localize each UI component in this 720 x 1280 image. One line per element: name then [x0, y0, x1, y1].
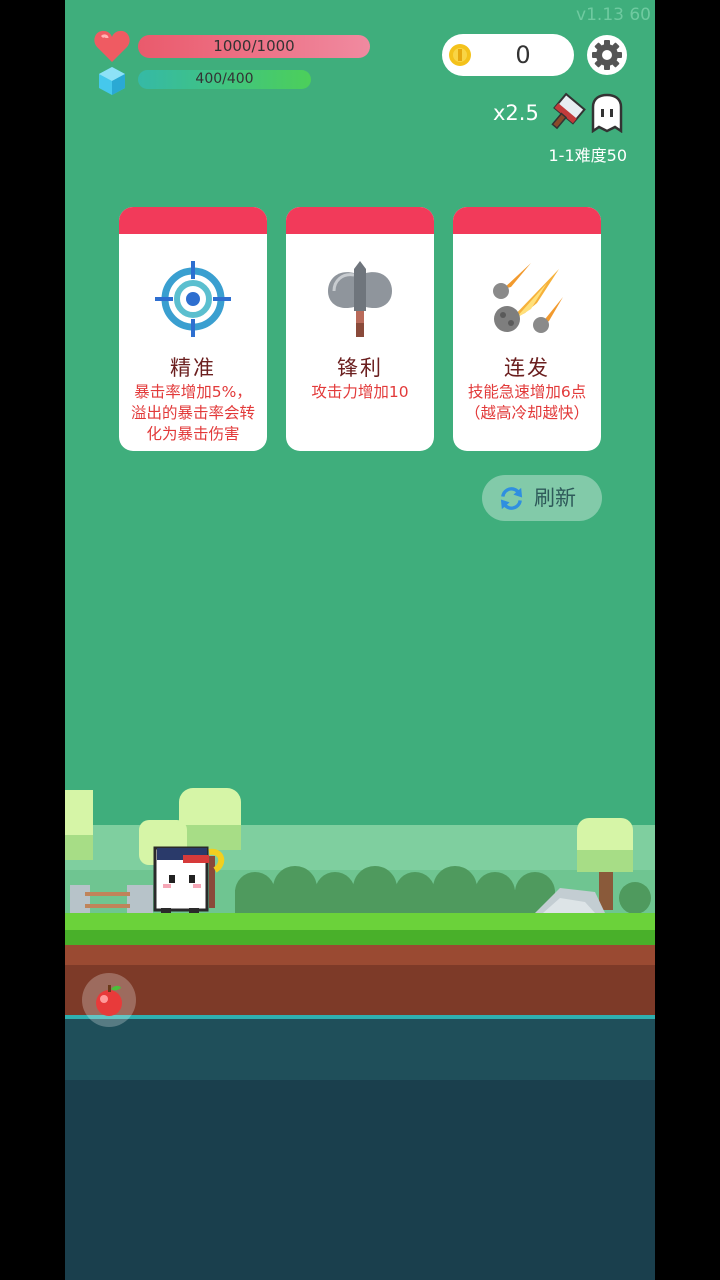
hero-character — [153, 846, 225, 914]
coin-value: 0 — [515, 41, 531, 69]
tree-left — [65, 790, 93, 860]
settings-gear-icon[interactable] — [586, 34, 628, 76]
card-description: 攻击力增加10 — [311, 383, 409, 401]
card-header — [453, 207, 601, 234]
upgrade-card-precision[interactable]: 精准 暴击率增加5%，溢出的暴击率会转化为暴击伤害 — [119, 207, 267, 451]
potion-button[interactable] — [82, 973, 136, 1027]
coin-counter: 0 — [442, 34, 574, 76]
refresh-icon — [500, 487, 523, 510]
mp-text: 400/400 — [195, 71, 254, 87]
upgrade-card-rapid-fire[interactable]: 连发 技能急速增加6点（越高冷却越快） — [453, 207, 601, 451]
card-title: 连发 — [504, 356, 550, 380]
hp-bar: 1000/1000 — [138, 35, 370, 58]
card-description: 暴击率增加5%，溢出的暴击率会转化为暴击伤害 — [130, 383, 255, 443]
card-title: 锋利 — [337, 356, 383, 380]
apple-potion-icon — [96, 985, 122, 1016]
game-scene — [65, 788, 655, 1280]
stage-label: 1-1难度50 — [548, 146, 628, 165]
game-screen: v1.13 60 1000/1000 400/400 0 x2.5 1-1难度5… — [65, 0, 655, 1280]
coin-icon — [449, 44, 471, 66]
crosshair-icon — [155, 261, 231, 337]
heart-icon — [94, 30, 130, 62]
card-description: 技能急速增加6点（越高冷却越快） — [464, 383, 589, 422]
card-header — [119, 207, 267, 234]
ghost-icon — [591, 93, 623, 133]
mp-bar: 400/400 — [138, 70, 311, 89]
battle-axe-icon — [328, 261, 392, 337]
refresh-button[interactable]: 刷新 — [482, 475, 602, 521]
meteor-icon — [493, 263, 563, 333]
gem-icon — [99, 67, 125, 95]
hp-text: 1000/1000 — [213, 37, 295, 55]
speed-multiplier: x2.5 — [493, 101, 539, 125]
cleaver-icon — [551, 92, 586, 130]
version-label: v1.13 60 — [576, 5, 651, 25]
upgrade-card-sharpness[interactable]: 锋利 攻击力增加10 — [286, 207, 434, 451]
refresh-label: 刷新 — [534, 486, 576, 510]
card-title: 精准 — [170, 356, 216, 380]
card-header — [286, 207, 434, 234]
